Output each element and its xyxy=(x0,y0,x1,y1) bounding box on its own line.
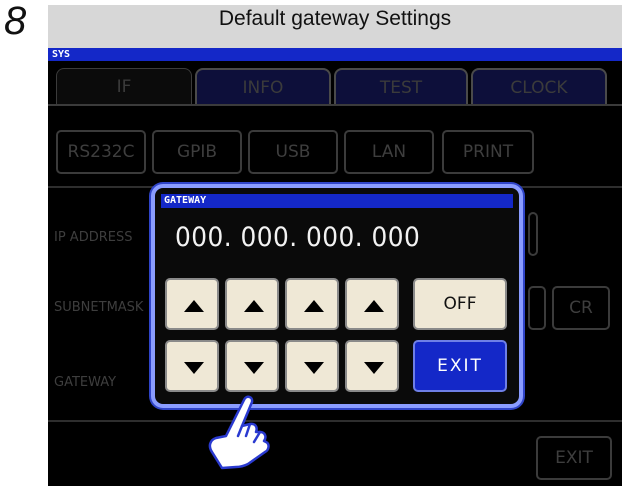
subnetmask-label: SUBNETMASK xyxy=(54,300,144,315)
octet-3-up-button[interactable] xyxy=(285,278,339,330)
interface-rs232c-button[interactable]: RS232C xyxy=(56,130,146,174)
octet-1-up-button[interactable] xyxy=(165,278,219,330)
tab-divider xyxy=(48,104,622,106)
page-title: Default gateway Settings xyxy=(218,7,452,30)
off-button[interactable]: OFF xyxy=(413,278,507,330)
octet-4-up-button[interactable] xyxy=(345,278,399,330)
footer-exit-button[interactable]: EXIT xyxy=(536,436,612,480)
octet-3-down-button[interactable] xyxy=(285,340,339,392)
tab-test[interactable]: TEST xyxy=(334,68,468,104)
triangle-down-icon xyxy=(244,362,264,374)
triangle-up-icon xyxy=(364,300,384,312)
tab-info[interactable]: INFO xyxy=(195,68,331,104)
triangle-down-icon xyxy=(364,362,384,374)
ip-address-field-edge xyxy=(528,212,538,256)
triangle-down-icon xyxy=(304,362,324,374)
triangle-up-icon xyxy=(244,300,264,312)
interface-print-button[interactable]: PRINT xyxy=(442,130,534,174)
triangle-up-icon xyxy=(304,300,324,312)
subnetmask-field-edge xyxy=(528,286,546,330)
interface-gpib-button[interactable]: GPIB xyxy=(152,130,242,174)
tab-clock[interactable]: CLOCK xyxy=(471,68,607,104)
gateway-dialog: GATEWAY 000. 000. 000. 000 OFF EXIT xyxy=(151,184,523,408)
dialog-title: GATEWAY xyxy=(164,195,207,206)
pointing-hand-icon xyxy=(208,395,270,470)
cr-button[interactable]: CR xyxy=(552,286,610,330)
octet-2-up-button[interactable] xyxy=(225,278,279,330)
header-label: SYS xyxy=(52,49,71,60)
interface-lan-button[interactable]: LAN xyxy=(344,130,434,174)
gateway-label: GATEWAY xyxy=(54,375,117,390)
triangle-down-icon xyxy=(184,362,204,374)
step-number: 8 xyxy=(4,0,27,43)
bottom-divider xyxy=(48,420,622,422)
ip-address-label: IP ADDRESS xyxy=(54,230,133,245)
gateway-value: 000. 000. 000. 000 xyxy=(175,222,421,253)
dialog-header: GATEWAY xyxy=(161,194,513,208)
header-strip: SYS xyxy=(48,48,622,61)
exit-button[interactable]: EXIT xyxy=(413,340,507,392)
interface-usb-button[interactable]: USB xyxy=(248,130,338,174)
octet-4-down-button[interactable] xyxy=(345,340,399,392)
tab-if[interactable]: IF xyxy=(56,68,192,104)
triangle-up-icon xyxy=(184,300,204,312)
device-screen: SYS IF INFO TEST CLOCK RS232C GPIB USB L… xyxy=(48,48,622,486)
